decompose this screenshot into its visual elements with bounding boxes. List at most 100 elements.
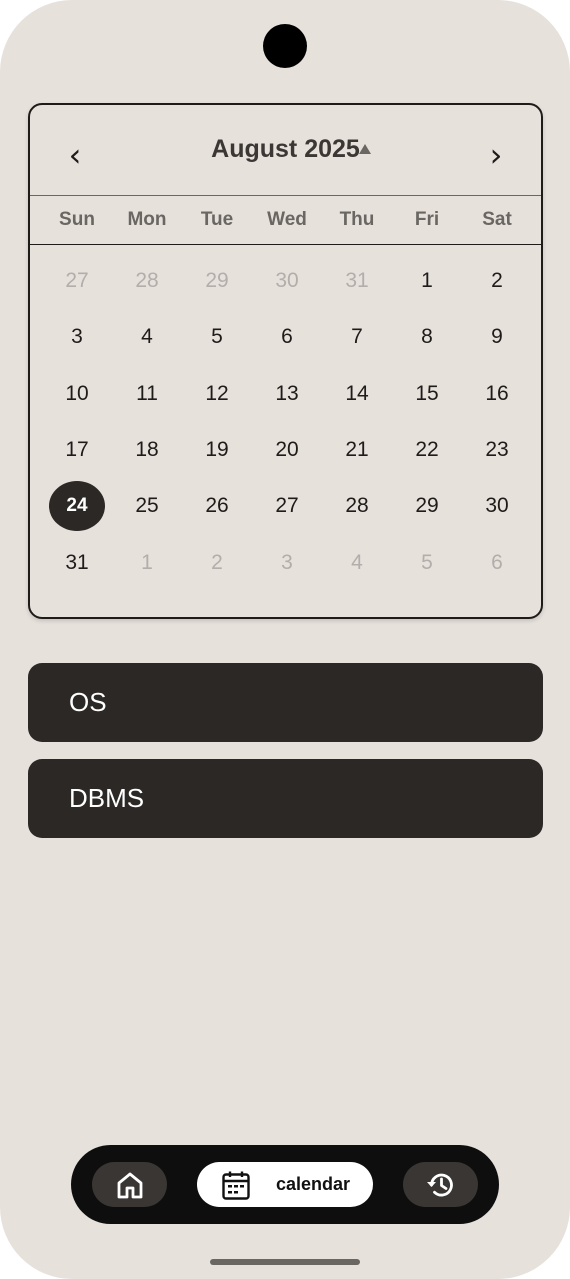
calendar-day[interactable]: 31 xyxy=(42,534,112,590)
calendar-week-row: 17 18 19 20 21 22 23 xyxy=(42,422,532,478)
calendar-day[interactable]: 27 xyxy=(252,478,322,534)
calendar-icon xyxy=(222,1171,250,1200)
calendar-day[interactable]: 8 xyxy=(392,309,462,365)
calendar-day[interactable]: 7 xyxy=(322,309,392,365)
calendar-day[interactable]: 25 xyxy=(112,478,182,534)
header-divider xyxy=(30,195,541,196)
calendar-day-number: 28 xyxy=(345,494,369,518)
calendar-day[interactable]: 31 xyxy=(322,253,392,309)
calendar-day-number: 24 xyxy=(49,481,105,532)
calendar-day[interactable]: 4 xyxy=(112,309,182,365)
calendar-day[interactable]: 14 xyxy=(322,366,392,422)
calendar-week-row: 24 25 26 27 28 29 30 xyxy=(42,478,532,534)
calendar-day-number: 11 xyxy=(136,381,158,405)
nav-calendar-button[interactable]: calendar xyxy=(197,1162,373,1207)
calendar-day[interactable]: 11 xyxy=(112,366,182,422)
calendar-day[interactable]: 2 xyxy=(182,534,252,590)
calendar-day-selected[interactable]: 24 xyxy=(42,478,112,534)
calendar-day[interactable]: 18 xyxy=(112,422,182,478)
calendar-day[interactable]: 13 xyxy=(252,366,322,422)
calendar-day[interactable]: 19 xyxy=(182,422,252,478)
history-icon xyxy=(426,1173,453,1196)
calendar-day-number: 26 xyxy=(205,494,229,518)
calendar-day-number: 21 xyxy=(345,438,369,462)
calendar-day-number: 14 xyxy=(345,381,369,405)
camera-cutout xyxy=(263,24,307,68)
calendar-day[interactable]: 4 xyxy=(322,534,392,590)
subject-card-dbms[interactable]: DBMS xyxy=(28,759,543,838)
calendar-day[interactable]: 2 xyxy=(462,253,532,309)
calendar-day[interactable]: 20 xyxy=(252,422,322,478)
calendar-day-number: 12 xyxy=(205,381,229,405)
calendar-day[interactable]: 6 xyxy=(252,309,322,365)
calendar-day-number: 17 xyxy=(65,438,89,462)
weekday-label: Tue xyxy=(200,209,234,230)
calendar-day-number: 31 xyxy=(65,550,89,574)
subject-card-os[interactable]: OS xyxy=(28,663,543,742)
weekday-label: Sun xyxy=(59,209,95,230)
calendar-day-number: 10 xyxy=(65,381,89,405)
weekday-row: Sun Mon Tue Wed Thu Fri Sat xyxy=(42,209,532,233)
calendar-day-number: 27 xyxy=(275,494,299,518)
calendar-day-number: 3 xyxy=(281,550,293,574)
calendar-day-number: 29 xyxy=(205,269,229,293)
nav-home-button[interactable] xyxy=(92,1162,167,1207)
calendar-day[interactable]: 5 xyxy=(182,309,252,365)
calendar-day[interactable]: 16 xyxy=(462,366,532,422)
calendar-day-number: 30 xyxy=(485,494,509,518)
bottom-nav: calendar xyxy=(71,1145,499,1224)
calendar-day[interactable]: 17 xyxy=(42,422,112,478)
calendar-day-number: 4 xyxy=(351,550,363,574)
calendar-day-number: 6 xyxy=(281,325,293,349)
calendar-day-number: 8 xyxy=(421,325,433,349)
calendar-day-number: 27 xyxy=(65,269,89,293)
calendar-day-number: 30 xyxy=(275,269,299,293)
calendar-day-number: 5 xyxy=(421,550,433,574)
calendar-day[interactable]: 1 xyxy=(112,534,182,590)
calendar-day[interactable]: 28 xyxy=(322,478,392,534)
weekday-label: Thu xyxy=(339,209,375,230)
calendar-day[interactable]: 29 xyxy=(392,478,462,534)
calendar-day-number: 3 xyxy=(71,325,83,349)
calendar-day[interactable]: 28 xyxy=(112,253,182,309)
calendar-day[interactable]: 26 xyxy=(182,478,252,534)
nav-history-button[interactable] xyxy=(403,1162,478,1207)
calendar-day[interactable]: 27 xyxy=(42,253,112,309)
calendar-day[interactable]: 12 xyxy=(182,366,252,422)
calendar-day-number: 4 xyxy=(141,325,153,349)
subject-label: OS xyxy=(69,687,107,717)
home-icon xyxy=(117,1172,142,1198)
calendar-day-number: 16 xyxy=(485,381,509,405)
calendar-header: ‹ August 2025 › xyxy=(30,105,541,195)
calendar-day[interactable]: 1 xyxy=(392,253,462,309)
weekday-label: Mon xyxy=(127,209,167,230)
calendar-day-number: 15 xyxy=(415,381,439,405)
calendar-day[interactable]: 15 xyxy=(392,366,462,422)
month-label[interactable]: August 2025 xyxy=(211,135,360,163)
calendar-day-number: 22 xyxy=(415,438,439,462)
calendar-day-number: 31 xyxy=(345,269,369,293)
gesture-bar[interactable] xyxy=(210,1259,360,1265)
calendar-day[interactable]: 3 xyxy=(42,309,112,365)
calendar-day-number: 29 xyxy=(415,494,439,518)
calendar-day[interactable]: 29 xyxy=(182,253,252,309)
calendar-day-number: 13 xyxy=(275,381,299,405)
calendar-day-number: 7 xyxy=(351,325,363,349)
calendar-day-number: 20 xyxy=(275,438,299,462)
calendar-day[interactable]: 9 xyxy=(462,309,532,365)
month-selector[interactable]: August 2025 xyxy=(30,135,541,164)
calendar-day[interactable]: 23 xyxy=(462,422,532,478)
calendar-day[interactable]: 10 xyxy=(42,366,112,422)
next-month-button[interactable]: › xyxy=(476,133,516,177)
calendar-day[interactable]: 22 xyxy=(392,422,462,478)
calendar-day-number: 25 xyxy=(135,494,159,518)
calendar-day[interactable]: 21 xyxy=(322,422,392,478)
calendar-day[interactable]: 30 xyxy=(462,478,532,534)
calendar-day[interactable]: 3 xyxy=(252,534,322,590)
calendar-day[interactable]: 30 xyxy=(252,253,322,309)
caret-up-icon[interactable] xyxy=(359,144,371,154)
calendar-day[interactable]: 5 xyxy=(392,534,462,590)
calendar-day[interactable]: 6 xyxy=(462,534,532,590)
calendar-day-number: 28 xyxy=(135,269,159,293)
calendar-week-row: 10 11 12 13 14 15 16 xyxy=(42,366,532,422)
